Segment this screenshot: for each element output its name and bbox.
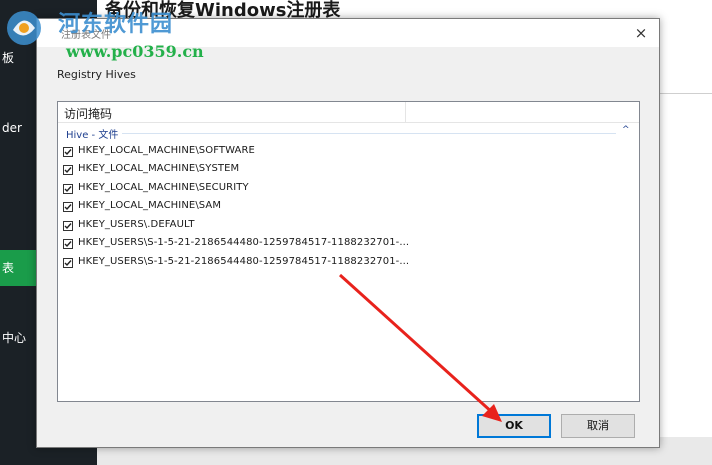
check-icon bbox=[64, 260, 72, 267]
close-icon[interactable]: × bbox=[631, 23, 651, 43]
group-label: Hive - 文件 bbox=[66, 130, 119, 141]
checkbox[interactable] bbox=[63, 202, 73, 212]
checkbox[interactable] bbox=[63, 221, 73, 231]
chevron-up-icon[interactable]: ^ bbox=[622, 125, 630, 135]
hive-label: HKEY_LOCAL_MACHINE\SOFTWARE bbox=[78, 145, 255, 156]
hive-label: HKEY_LOCAL_MACHINE\SAM bbox=[78, 200, 222, 211]
ok-button[interactable]: OK bbox=[477, 414, 551, 438]
check-icon bbox=[64, 149, 72, 156]
check-icon bbox=[64, 204, 72, 211]
checkbox[interactable] bbox=[63, 165, 73, 175]
hive-row[interactable]: HKEY_USERS\.DEFAULT bbox=[58, 218, 639, 236]
list-header: 访问掩码 bbox=[58, 102, 639, 123]
background-divider bbox=[660, 93, 712, 94]
column-header-access-mask[interactable]: 访问掩码 bbox=[64, 105, 112, 122]
watermark-url: www.pc0359.cn bbox=[66, 42, 204, 61]
checkbox[interactable] bbox=[63, 239, 73, 249]
group-header[interactable]: Hive - 文件 ^ bbox=[58, 125, 639, 141]
watermark-site-name: 河东软件园 bbox=[58, 12, 174, 37]
check-icon bbox=[64, 223, 72, 230]
column-separator[interactable] bbox=[405, 102, 406, 122]
hive-list[interactable]: 访问掩码 Hive - 文件 ^ HKEY_LOCAL_MACHINE\SOFT… bbox=[57, 101, 640, 402]
checkbox[interactable] bbox=[63, 147, 73, 157]
checkbox[interactable] bbox=[63, 258, 73, 268]
checkbox[interactable] bbox=[63, 184, 73, 194]
hive-row[interactable]: HKEY_USERS\S-1-5-21-2186544480-125978451… bbox=[58, 236, 639, 254]
hive-label: HKEY_USERS\.DEFAULT bbox=[78, 219, 195, 230]
section-label: Registry Hives bbox=[57, 68, 136, 81]
registry-hives-dialog: 注册表文件 × Registry Hives 访问掩码 Hive - 文件 ^ … bbox=[36, 18, 660, 448]
hive-row[interactable]: HKEY_USERS\S-1-5-21-2186544480-125978451… bbox=[58, 255, 639, 273]
check-icon bbox=[64, 186, 72, 193]
hive-label: HKEY_LOCAL_MACHINE\SYSTEM bbox=[78, 163, 240, 174]
hive-row[interactable]: HKEY_LOCAL_MACHINE\SOFTWARE bbox=[58, 144, 639, 162]
hive-row[interactable]: HKEY_LOCAL_MACHINE\SYSTEM bbox=[58, 162, 639, 180]
hive-label: HKEY_USERS\S-1-5-21-2186544480-125978451… bbox=[78, 256, 410, 267]
group-divider bbox=[122, 133, 616, 134]
hive-row[interactable]: HKEY_LOCAL_MACHINE\SAM bbox=[58, 199, 639, 217]
hive-label: HKEY_LOCAL_MACHINE\SECURITY bbox=[78, 182, 249, 193]
hive-row[interactable]: HKEY_LOCAL_MACHINE\SECURITY bbox=[58, 181, 639, 199]
hive-label: HKEY_USERS\S-1-5-21-2186544480-125978451… bbox=[78, 237, 410, 248]
check-icon bbox=[64, 167, 72, 174]
cancel-button[interactable]: 取消 bbox=[561, 414, 635, 438]
check-icon bbox=[64, 241, 72, 248]
watermark-logo-icon bbox=[7, 11, 41, 45]
